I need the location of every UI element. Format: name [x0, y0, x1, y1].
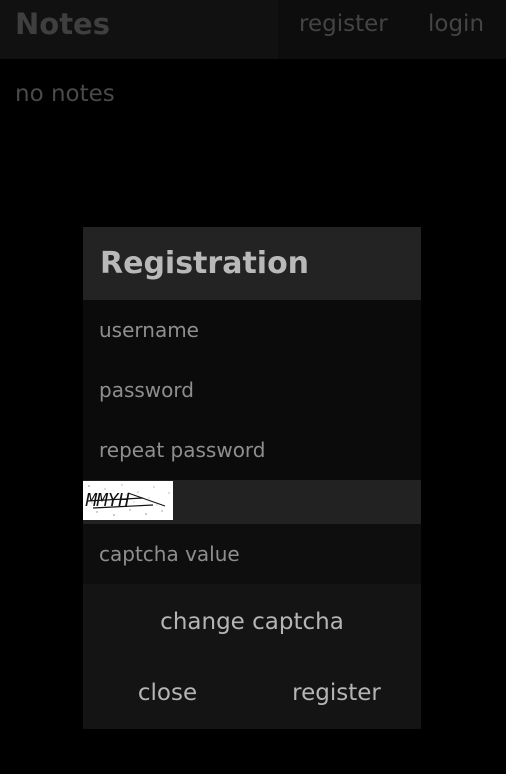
- captcha-value-input[interactable]: [83, 524, 421, 584]
- captcha-row: MMYH: [83, 480, 421, 524]
- username-input[interactable]: [83, 300, 421, 360]
- nav-register-link[interactable]: register: [299, 0, 388, 49]
- registration-dialog: Registration MMYH change captcha: [83, 227, 421, 729]
- empty-notes-message: no notes: [15, 81, 115, 107]
- top-bar: Notes register login: [0, 0, 506, 59]
- dialog-title: Registration: [100, 246, 310, 281]
- close-button[interactable]: close: [83, 668, 252, 718]
- captcha-image: MMYH: [83, 481, 173, 520]
- brand-title: Notes: [15, 7, 110, 41]
- brand: Notes: [0, 0, 278, 59]
- dialog-header: Registration: [83, 227, 421, 300]
- register-button[interactable]: register: [252, 668, 421, 718]
- nav-login-link[interactable]: login: [428, 0, 484, 49]
- password-input[interactable]: [83, 360, 421, 420]
- change-captcha-button[interactable]: change captcha: [83, 597, 421, 647]
- repeat-password-input[interactable]: [83, 420, 421, 480]
